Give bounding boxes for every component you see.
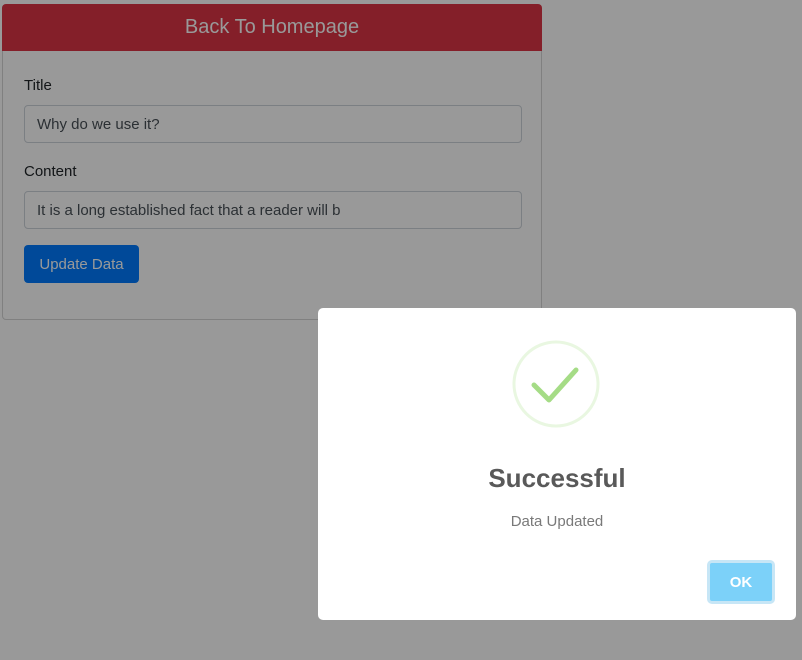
modal-title: Successful [488, 463, 626, 493]
ok-button[interactable]: OK [707, 560, 775, 604]
success-modal: Successful Data Updated OK [318, 308, 796, 620]
checkmark-success-icon [512, 340, 600, 428]
modal-message: Data Updated [510, 513, 604, 530]
